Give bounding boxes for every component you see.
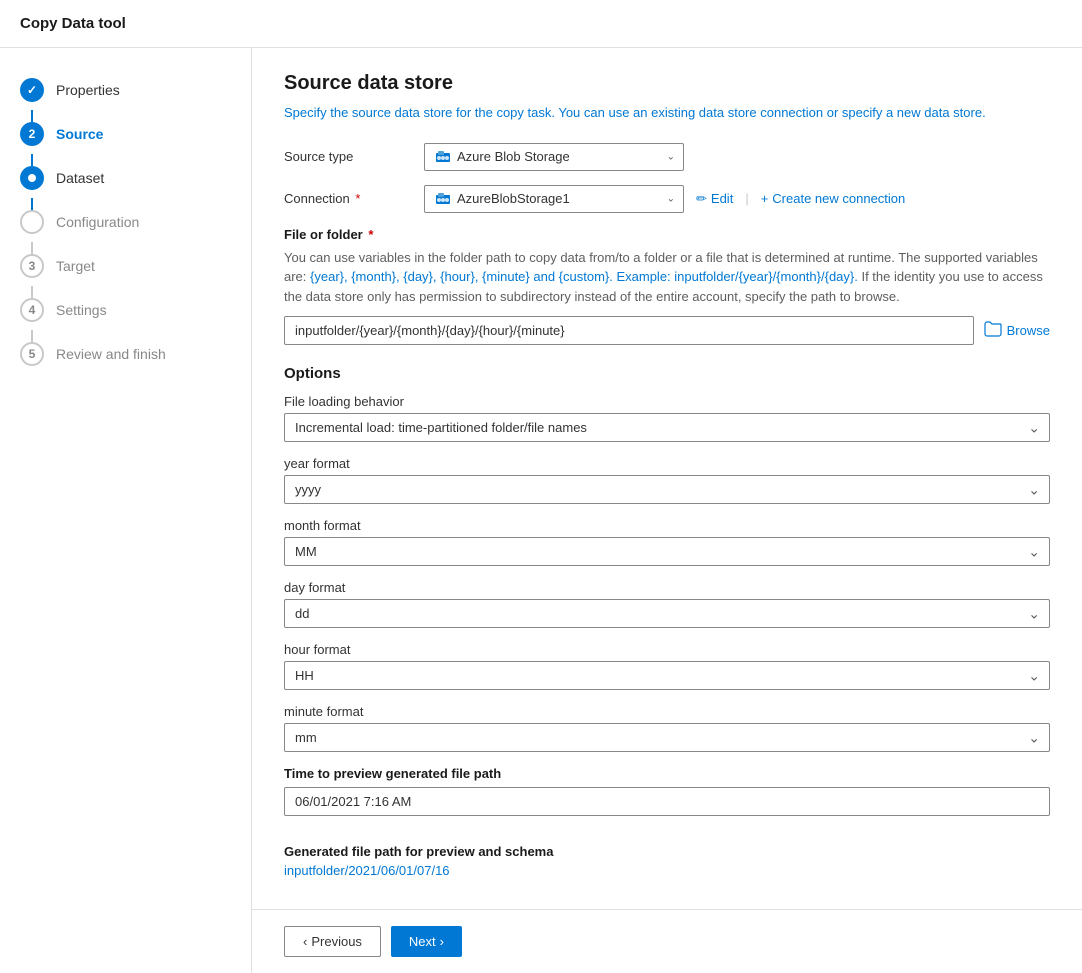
connection-azure-icon [435, 191, 451, 207]
month-format-label: month format [284, 518, 1050, 533]
step-circle-source: 2 [20, 122, 44, 146]
step-number-target: 3 [29, 259, 36, 273]
step-number-settings: 4 [29, 303, 36, 317]
chevron-down-icon: ⌄ [667, 151, 675, 162]
plus-icon: + [761, 191, 769, 206]
step-label-configuration: Configuration [56, 214, 139, 230]
create-connection-button[interactable]: + Create new connection [757, 189, 910, 208]
chevron-left-icon: ‹ [303, 934, 307, 949]
sidebar-item-configuration[interactable]: Configuration [0, 200, 251, 244]
variables-highlight: {year}, {month}, {day}, {hour}, {minute}… [310, 269, 858, 284]
file-folder-title: File or folder * [284, 227, 1050, 242]
month-format-select[interactable]: MM [284, 537, 1050, 566]
source-type-select[interactable]: Azure Blob Storage ⌄ [424, 143, 684, 171]
day-format-group: day format dd [284, 580, 1050, 628]
step-label-source: Source [56, 126, 103, 142]
source-type-label: Source type [284, 149, 424, 164]
year-format-select-wrapper: yyyy [284, 475, 1050, 504]
app-header: Copy Data tool [0, 0, 1082, 48]
edit-icon: ✏ [696, 191, 707, 207]
connection-value: AzureBlobStorage1 [457, 191, 570, 206]
chevron-down-icon-2: ⌄ [667, 193, 675, 204]
month-format-group: month format MM [284, 518, 1050, 566]
step-circle-dataset [20, 166, 44, 190]
year-format-label: year format [284, 456, 1050, 471]
minute-format-select-wrapper: mm [284, 723, 1050, 752]
options-title: Options [284, 365, 1050, 382]
hour-format-select[interactable]: HH [284, 661, 1050, 690]
step-circle-target: 3 [20, 254, 44, 278]
minute-format-group: minute format mm [284, 704, 1050, 752]
footer: ‹ Previous Next › [252, 909, 1082, 973]
time-preview-group: Time to preview generated file path [284, 766, 1050, 830]
folder-icon [984, 321, 1002, 340]
time-preview-label: Time to preview generated file path [284, 766, 1050, 781]
page-description: Specify the source data store for the co… [284, 103, 1050, 123]
source-type-row: Source type Azure Blob Storage ⌄ [284, 143, 1050, 171]
connection-required: * [355, 191, 360, 206]
azure-blob-icon [435, 149, 451, 165]
generated-path-label: Generated file path for preview and sche… [284, 844, 1050, 859]
minute-format-select[interactable]: mm [284, 723, 1050, 752]
step-number-source: 2 [29, 127, 36, 141]
step-circle-review: 5 [20, 342, 44, 366]
year-format-select[interactable]: yyyy [284, 475, 1050, 504]
source-type-value: Azure Blob Storage [457, 149, 570, 164]
sidebar-item-review[interactable]: 5 Review and finish [0, 332, 251, 376]
connection-row: Connection * AzureBlobStorage1 [284, 185, 1050, 213]
path-row: Browse [284, 316, 1050, 345]
file-loading-group: File loading behavior Incremental load: … [284, 394, 1050, 442]
minute-format-label: minute format [284, 704, 1050, 719]
app-title: Copy Data tool [20, 15, 126, 32]
main-layout: ✓ Properties 2 Source Dataset Configurat… [0, 48, 1082, 973]
day-format-label: day format [284, 580, 1050, 595]
step-label-dataset: Dataset [56, 170, 104, 186]
browse-button[interactable]: Browse [984, 321, 1050, 340]
file-folder-required: * [368, 227, 373, 242]
checkmark-icon: ✓ [27, 83, 37, 97]
file-folder-section: File or folder * You can use variables i… [284, 227, 1050, 346]
sidebar-item-properties[interactable]: ✓ Properties [0, 68, 251, 112]
file-loading-select[interactable]: Incremental load: time-partitioned folde… [284, 413, 1050, 442]
step-circle-properties: ✓ [20, 78, 44, 102]
connection-label: Connection * [284, 191, 424, 206]
step-label-review: Review and finish [56, 346, 166, 362]
path-input[interactable] [284, 316, 974, 345]
connection-select[interactable]: AzureBlobStorage1 ⌄ [424, 185, 684, 213]
file-loading-select-wrapper: Incremental load: time-partitioned folde… [284, 413, 1050, 442]
generated-path-group: Generated file path for preview and sche… [284, 844, 1050, 878]
step-label-properties: Properties [56, 82, 120, 98]
month-format-select-wrapper: MM [284, 537, 1050, 566]
step-number-review: 5 [29, 347, 36, 361]
year-format-group: year format yyyy [284, 456, 1050, 504]
hour-format-select-wrapper: HH [284, 661, 1050, 690]
edit-connection-button[interactable]: ✏ Edit [692, 189, 737, 209]
next-button[interactable]: Next › [391, 926, 462, 957]
step-dot-dataset [28, 174, 36, 182]
hour-format-label: hour format [284, 642, 1050, 657]
content-area: Source data store Specify the source dat… [252, 48, 1082, 909]
page-title: Source data store [284, 72, 1050, 95]
step-label-target: Target [56, 258, 95, 274]
sidebar-item-settings[interactable]: 4 Settings [0, 288, 251, 332]
time-preview-input[interactable] [284, 787, 1050, 816]
generated-path-value: inputfolder/2021/06/01/07/16 [284, 863, 1050, 878]
file-loading-label: File loading behavior [284, 394, 1050, 409]
chevron-right-icon: › [440, 934, 444, 949]
file-folder-description: You can use variables in the folder path… [284, 248, 1050, 307]
sidebar-item-dataset[interactable]: Dataset [0, 156, 251, 200]
day-format-select-wrapper: dd [284, 599, 1050, 628]
sidebar: ✓ Properties 2 Source Dataset Configurat… [0, 48, 252, 973]
step-label-settings: Settings [56, 302, 107, 318]
sidebar-item-source[interactable]: 2 Source [0, 112, 251, 156]
hour-format-group: hour format HH [284, 642, 1050, 690]
day-format-select[interactable]: dd [284, 599, 1050, 628]
previous-button[interactable]: ‹ Previous [284, 926, 381, 957]
connection-actions: ✏ Edit | + Create new connection [692, 189, 909, 209]
step-circle-configuration [20, 210, 44, 234]
step-circle-settings: 4 [20, 298, 44, 322]
sidebar-item-target[interactable]: 3 Target [0, 244, 251, 288]
